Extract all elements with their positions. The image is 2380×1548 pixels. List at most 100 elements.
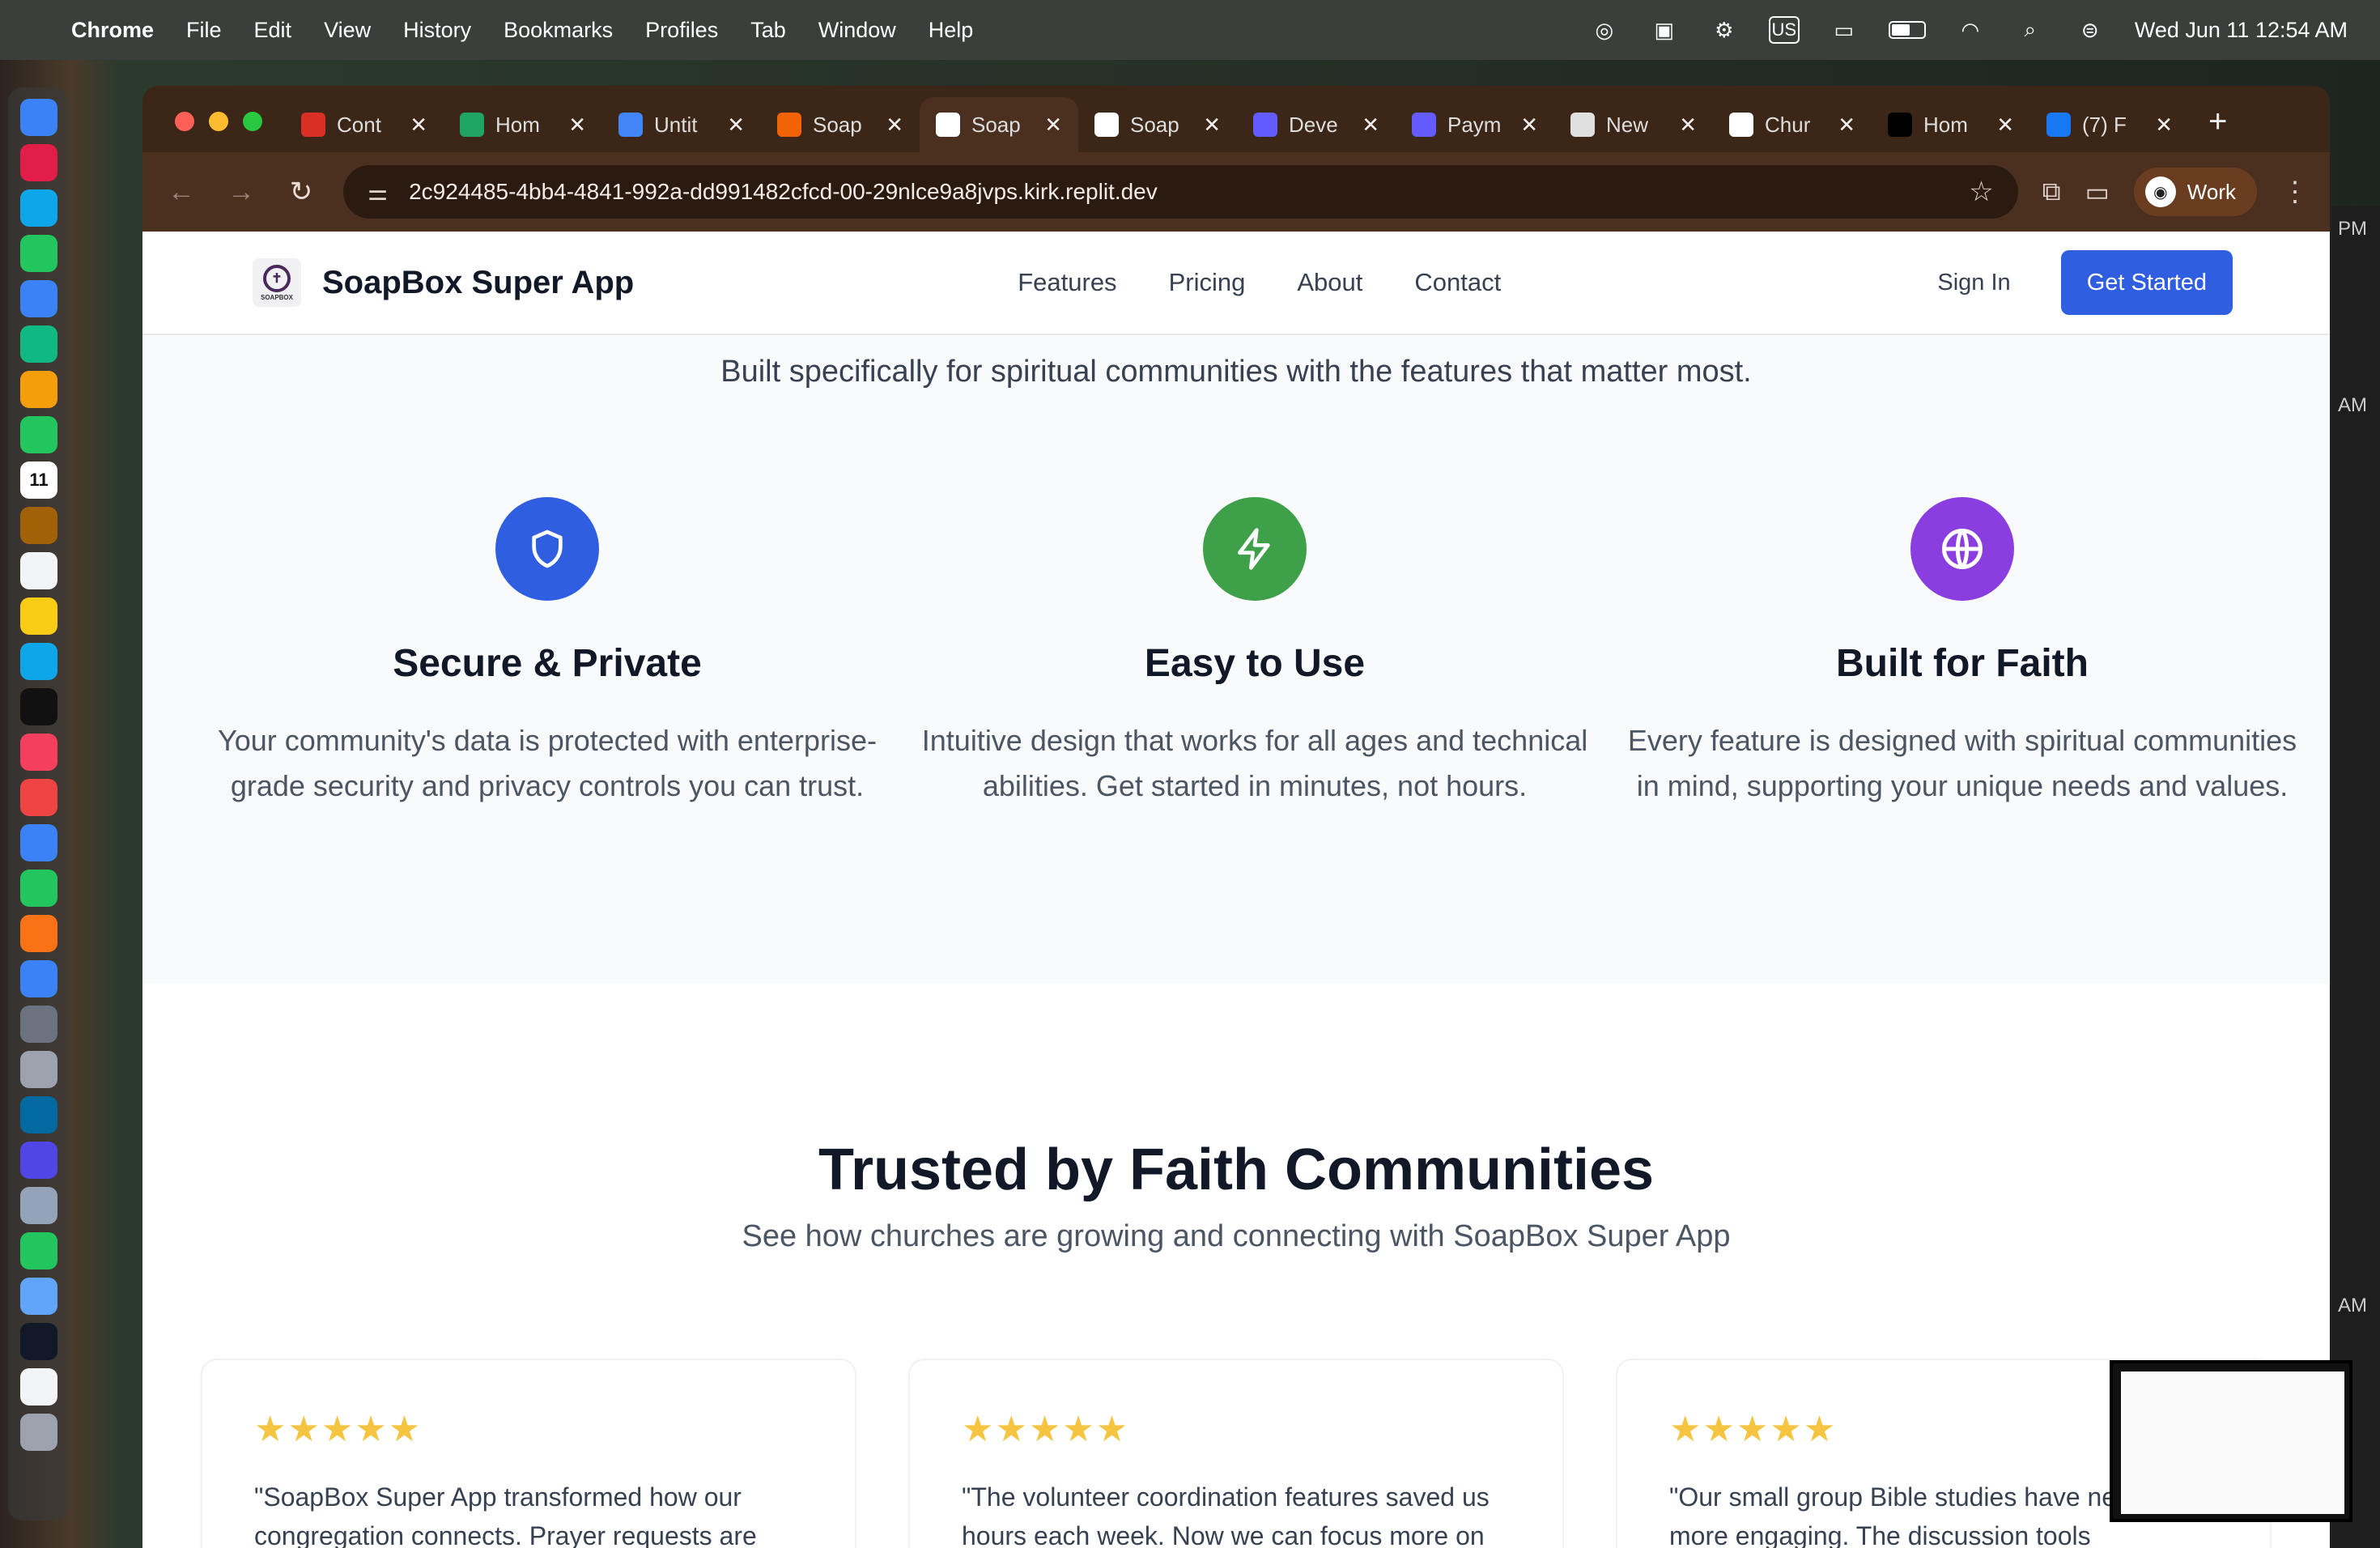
textedit-dock-icon[interactable] bbox=[20, 1368, 57, 1406]
close-tab-icon[interactable]: ✕ bbox=[1203, 113, 1221, 138]
menu-profiles[interactable]: Profiles bbox=[645, 18, 718, 43]
extensions-puzzle-icon[interactable]: ⧉ bbox=[2042, 176, 2061, 207]
nav-features[interactable]: Features bbox=[1018, 268, 1116, 297]
browser-tab[interactable]: (7) F ✕ bbox=[2030, 97, 2189, 152]
profile-button[interactable]: ◉ Work bbox=[2133, 168, 2257, 216]
messages-dock-icon[interactable] bbox=[20, 235, 57, 272]
menu-view[interactable]: View bbox=[324, 18, 371, 43]
browser-tab[interactable]: Soap ✕ bbox=[1078, 97, 1237, 152]
close-window-button[interactable] bbox=[175, 112, 194, 131]
tv-dock-icon[interactable] bbox=[20, 688, 57, 725]
close-tab-icon[interactable]: ✕ bbox=[1838, 113, 1855, 138]
contacts-dock-icon[interactable] bbox=[20, 507, 57, 544]
calendar-dock-icon[interactable]: 11 bbox=[20, 461, 57, 499]
close-tab-icon[interactable]: ✕ bbox=[1520, 113, 1538, 138]
keyboard-input-icon[interactable]: US bbox=[1768, 16, 1800, 44]
site-settings-icon[interactable]: ⚌ bbox=[368, 179, 388, 206]
outlook-dock-icon[interactable] bbox=[20, 1096, 57, 1133]
sign-in-link[interactable]: Sign In bbox=[1937, 270, 2010, 296]
nav-pricing[interactable]: Pricing bbox=[1169, 268, 1246, 297]
close-tab-icon[interactable]: ✕ bbox=[1362, 113, 1379, 138]
news-dock-icon[interactable] bbox=[20, 779, 57, 816]
get-started-button[interactable]: Get Started bbox=[2060, 250, 2233, 315]
app-store-dock-icon[interactable] bbox=[20, 960, 57, 997]
notes-dock-icon[interactable] bbox=[20, 598, 57, 635]
numbers-dock-icon[interactable] bbox=[20, 870, 57, 907]
pages-dock-icon[interactable] bbox=[20, 915, 57, 952]
bookmark-star-icon[interactable]: ☆ bbox=[1969, 176, 1993, 208]
address-url[interactable]: 2c924485-4bb4-4841-992a-dd991482cfcd-00-… bbox=[409, 179, 1158, 205]
sleep-bed-icon[interactable]: ▭ bbox=[1829, 16, 1859, 44]
wifi-icon[interactable]: ◠ bbox=[1955, 16, 1986, 44]
back-arrow-icon[interactable]: ← bbox=[164, 176, 199, 208]
system-settings-dock-icon[interactable] bbox=[20, 1006, 57, 1043]
browser-tab[interactable]: Cont ✕ bbox=[285, 97, 444, 152]
browser-tab[interactable]: Deve ✕ bbox=[1237, 97, 1396, 152]
finder-2-dock-icon[interactable] bbox=[20, 1278, 57, 1315]
terminal-dock-icon[interactable] bbox=[20, 1323, 57, 1360]
menu-bookmarks[interactable]: Bookmarks bbox=[504, 18, 613, 43]
browser-tab[interactable]: New ✕ bbox=[1554, 97, 1713, 152]
browser-tab[interactable]: Paym ✕ bbox=[1396, 97, 1554, 152]
browser-tab[interactable]: Soap ✕ bbox=[761, 97, 920, 152]
browser-tab[interactable]: Untit ✕ bbox=[602, 97, 761, 152]
keynote-dock-icon[interactable] bbox=[20, 824, 57, 861]
reload-icon[interactable]: ↻ bbox=[283, 176, 319, 208]
preview-dock-icon[interactable] bbox=[20, 1051, 57, 1088]
browser-tab[interactable]: Hom ✕ bbox=[1872, 97, 2030, 152]
launchpad-dock-icon[interactable] bbox=[20, 144, 57, 181]
zoom-window-button[interactable] bbox=[243, 112, 262, 131]
battery-icon[interactable] bbox=[1888, 21, 1926, 39]
chrome-dock-icon[interactable] bbox=[20, 1232, 57, 1269]
chrome-window: Cont ✕ Hom ✕ Untit ✕ Soap ✕ Soap ✕ Soap ✕ Deve ✕ Paym ✕… bbox=[142, 86, 2330, 1548]
browser-tab[interactable]: Chur ✕ bbox=[1713, 97, 1872, 152]
menu-history[interactable]: History bbox=[403, 18, 471, 43]
menu-help[interactable]: Help bbox=[929, 18, 974, 43]
remote-desktop-dock-icon[interactable] bbox=[20, 1187, 57, 1224]
close-tab-icon[interactable]: ✕ bbox=[727, 113, 745, 138]
browser-tab[interactable]: Hom ✕ bbox=[444, 97, 602, 152]
facetime-dock-icon[interactable] bbox=[20, 416, 57, 453]
forward-arrow-icon[interactable]: → bbox=[223, 176, 259, 208]
menu-file[interactable]: File bbox=[186, 18, 222, 43]
nav-about[interactable]: About bbox=[1297, 268, 1362, 297]
close-tab-icon[interactable]: ✕ bbox=[2155, 113, 2173, 138]
music-dock-icon[interactable] bbox=[20, 734, 57, 771]
close-tab-icon[interactable]: ✕ bbox=[410, 113, 427, 138]
browser-tab[interactable]: Soap ✕ bbox=[920, 97, 1078, 152]
outlook-status-icon[interactable]: ▣ bbox=[1649, 16, 1680, 44]
mail-dock-icon[interactable] bbox=[20, 280, 57, 317]
close-tab-icon[interactable]: ✕ bbox=[1679, 113, 1697, 138]
menu-edit[interactable]: Edit bbox=[254, 18, 292, 43]
screenshot-thumbnail[interactable] bbox=[2110, 1360, 2352, 1522]
freeform-dock-icon[interactable] bbox=[20, 643, 57, 680]
nav-contact[interactable]: Contact bbox=[1414, 268, 1501, 297]
close-tab-icon[interactable]: ✕ bbox=[568, 113, 586, 138]
teams-dock-icon[interactable] bbox=[20, 1142, 57, 1179]
menu-tab[interactable]: Tab bbox=[750, 18, 786, 43]
photos-dock-icon[interactable] bbox=[20, 371, 57, 408]
address-bar[interactable]: ⚌ 2c924485-4bb4-4841-992a-dd991482cfcd-0… bbox=[343, 165, 2018, 219]
maps-dock-icon[interactable] bbox=[20, 325, 57, 363]
site-brand[interactable]: SoapBox Super App bbox=[322, 265, 634, 301]
menu-window[interactable]: Window bbox=[818, 18, 896, 43]
finder-dock-icon[interactable] bbox=[20, 99, 57, 136]
reminders-dock-icon[interactable] bbox=[20, 552, 57, 589]
soapbox-logo[interactable]: ✝ SOAPBOX bbox=[253, 258, 301, 307]
close-tab-icon[interactable]: ✕ bbox=[1044, 113, 1062, 138]
minimize-window-button[interactable] bbox=[209, 112, 228, 131]
menu-app-name[interactable]: Chrome bbox=[71, 18, 154, 43]
menubar-clock[interactable]: Wed Jun 11 12:54 AM bbox=[2135, 18, 2348, 43]
tab-search-icon[interactable]: ▭ bbox=[2085, 176, 2110, 207]
teams-status-icon[interactable]: ⚙ bbox=[1709, 16, 1740, 44]
feature-card: Easy to Use Intuitive design that works … bbox=[915, 497, 1595, 809]
copilot-status-icon[interactable]: ◎ bbox=[1589, 16, 1620, 44]
control-center-icon[interactable]: ⊜ bbox=[2075, 16, 2106, 44]
chrome-menu-icon[interactable]: ⋮ bbox=[2281, 176, 2309, 208]
trash-dock-icon[interactable] bbox=[20, 1414, 57, 1451]
new-tab-plus-icon[interactable]: + bbox=[2208, 104, 2227, 140]
close-tab-icon[interactable]: ✕ bbox=[1996, 113, 2014, 138]
safari-dock-icon[interactable] bbox=[20, 189, 57, 227]
spotlight-search-icon[interactable]: ⌕ bbox=[2015, 16, 2046, 44]
close-tab-icon[interactable]: ✕ bbox=[886, 113, 903, 138]
